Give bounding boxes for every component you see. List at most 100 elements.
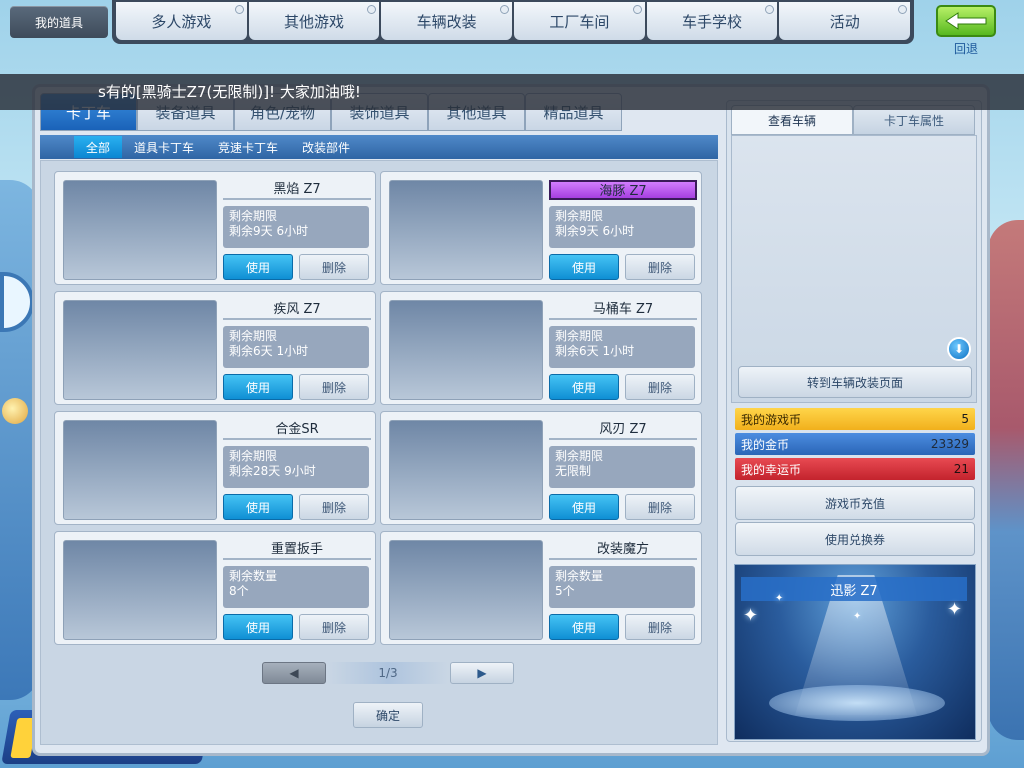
gold-coin-label: 我的金币 xyxy=(741,437,790,452)
broadcast-banner: s有的[黑骑士Z7(无限制)]! 大家加油哦! xyxy=(0,74,1024,110)
item-thumbnail[interactable] xyxy=(389,420,543,520)
item-thumbnail[interactable] xyxy=(389,180,543,280)
corner-rivet-icon xyxy=(367,5,377,14)
delete-button[interactable]: 删除 xyxy=(299,374,369,400)
nav-item-factory[interactable]: 工厂车间 xyxy=(514,2,645,40)
delete-button[interactable]: 删除 xyxy=(625,614,695,640)
subtab-all[interactable]: 全部 xyxy=(74,136,123,158)
confirm-button[interactable]: 确定 xyxy=(353,702,423,728)
gold-coin-row: 我的金币 23329 xyxy=(735,433,975,455)
showcase-stage xyxy=(769,685,945,721)
item-card: 合金SR 剩余期限 剩余28天 9小时 使用 删除 xyxy=(54,411,376,525)
item-thumbnail[interactable] xyxy=(389,540,543,640)
item-name: 重置扳手 xyxy=(223,540,371,560)
item-info-label: 剩余期限 xyxy=(229,329,278,343)
nav-item-other-games[interactable]: 其他游戏 xyxy=(248,2,380,40)
arrow-left-icon xyxy=(945,12,987,30)
delete-button[interactable]: 删除 xyxy=(625,254,695,280)
prev-page-button[interactable]: ◀ xyxy=(262,662,326,684)
sparkle-icon: ✦ xyxy=(743,605,759,626)
download-icon[interactable]: ⬇ xyxy=(947,337,971,361)
item-card: 黑焰 Z7 剩余期限 剩余9天 6小时 使用 删除 xyxy=(54,171,376,285)
game-coin-value: 5 xyxy=(961,412,969,426)
item-name: 改装魔方 xyxy=(549,540,697,560)
vehicle-showcase: 迅影 Z7 ✦ ✦ ✦ ✦ xyxy=(734,564,976,740)
item-info: 剩余数量 5个 xyxy=(549,566,695,608)
top-nav: 多人游戏 其他游戏 车辆改装 工厂车间 车手学校 活动 xyxy=(112,0,914,44)
item-card: 改装魔方 剩余数量 5个 使用 删除 xyxy=(380,531,702,645)
lucky-coin-label: 我的幸运币 xyxy=(741,462,802,477)
triangle-right-icon: ▶ xyxy=(477,666,487,680)
sparkle-icon: ✦ xyxy=(853,611,862,622)
use-button[interactable]: 使用 xyxy=(223,614,293,640)
lucky-coin-value: 21 xyxy=(953,462,969,476)
corner-rivet-icon xyxy=(500,5,510,14)
nav-item-events[interactable]: 活动 xyxy=(779,2,911,40)
item-name: 合金SR xyxy=(223,420,371,440)
sparkle-icon: ✦ xyxy=(947,599,963,620)
item-info: 剩余期限 剩余6天 1小时 xyxy=(549,326,695,368)
item-thumbnail[interactable] xyxy=(63,180,217,280)
next-page-button[interactable]: ▶ xyxy=(450,662,514,684)
corner-rivet-icon xyxy=(632,5,642,14)
delete-button[interactable]: 删除 xyxy=(625,374,695,400)
use-voucher-button[interactable]: 使用兑换券 xyxy=(735,522,975,556)
item-name: 黑焰 Z7 xyxy=(223,180,371,200)
item-name: 疾风 Z7 xyxy=(223,300,371,320)
use-button[interactable]: 使用 xyxy=(223,494,293,520)
item-thumbnail[interactable] xyxy=(63,540,217,640)
lucky-coin-row: 我的幸运币 21 xyxy=(735,458,975,480)
use-button[interactable]: 使用 xyxy=(223,254,293,280)
goto-mod-page-button[interactable]: 转到车辆改装页面 xyxy=(738,366,972,398)
delete-button[interactable]: 删除 xyxy=(299,614,369,640)
item-thumbnail[interactable] xyxy=(63,300,217,400)
use-button[interactable]: 使用 xyxy=(549,614,619,640)
nav-item-driving-school[interactable]: 车手学校 xyxy=(646,2,778,40)
item-info-value: 剩余6天 1小时 xyxy=(229,344,309,358)
item-card: 海豚 Z7 剩余期限 剩余9天 6小时 使用 删除 xyxy=(380,171,702,285)
nav-label: 其他游戏 xyxy=(284,12,345,31)
subtab-mod-parts[interactable]: 改装部件 xyxy=(290,136,362,158)
gold-coin-value: 23329 xyxy=(930,437,969,451)
recharge-button[interactable]: 游戏币充值 xyxy=(735,486,975,520)
corner-rivet-icon xyxy=(234,5,244,14)
sub-tabs: 全部 道具卡丁车 竞速卡丁车 改装部件 xyxy=(40,135,718,159)
sparkle-icon: ✦ xyxy=(775,593,784,604)
item-info: 剩余期限 无限制 xyxy=(549,446,695,488)
corner-rivet-icon xyxy=(765,5,775,14)
item-info: 剩余期限 剩余6天 1小时 xyxy=(223,326,369,368)
vehicle-preview[interactable] xyxy=(731,135,977,403)
item-card: 风刃 Z7 剩余期限 无限制 使用 删除 xyxy=(380,411,702,525)
item-thumbnail[interactable] xyxy=(389,300,543,400)
nav-item-multiplayer[interactable]: 多人游戏 xyxy=(116,2,247,40)
item-info-label: 剩余数量 xyxy=(229,569,278,583)
item-card: 马桶车 Z7 剩余期限 剩余6天 1小时 使用 删除 xyxy=(380,291,702,405)
nav-label: 多人游戏 xyxy=(151,12,212,31)
my-items-tab[interactable]: 我的道具 xyxy=(10,6,108,38)
nav-item-vehicle-mod[interactable]: 车辆改装 xyxy=(381,2,513,40)
item-info-label: 剩余期限 xyxy=(555,209,604,223)
use-button[interactable]: 使用 xyxy=(223,374,293,400)
subtab-racing-karts[interactable]: 竞速卡丁车 xyxy=(206,136,290,158)
item-info: 剩余期限 剩余28天 9小时 xyxy=(223,446,369,488)
item-name: 风刃 Z7 xyxy=(549,420,697,440)
item-name: 马桶车 Z7 xyxy=(549,300,697,320)
item-info-value: 5个 xyxy=(555,584,575,598)
delete-button[interactable]: 删除 xyxy=(625,494,695,520)
subtab-item-karts[interactable]: 道具卡丁车 xyxy=(122,136,206,158)
page-indicator: 1/3 xyxy=(328,662,448,684)
back-button[interactable] xyxy=(936,5,996,37)
item-info: 剩余期限 剩余9天 6小时 xyxy=(223,206,369,248)
use-button[interactable]: 使用 xyxy=(549,494,619,520)
item-info-label: 剩余期限 xyxy=(229,209,278,223)
item-thumbnail[interactable] xyxy=(63,420,217,520)
game-coin-label: 我的游戏币 xyxy=(741,412,802,427)
item-info-value: 剩余9天 6小时 xyxy=(555,224,635,238)
use-button[interactable]: 使用 xyxy=(549,254,619,280)
item-info-label: 剩余期限 xyxy=(555,329,604,343)
delete-button[interactable]: 删除 xyxy=(299,494,369,520)
delete-button[interactable]: 删除 xyxy=(299,254,369,280)
item-name: 海豚 Z7 xyxy=(549,180,697,200)
corner-rivet-icon xyxy=(898,5,908,14)
use-button[interactable]: 使用 xyxy=(549,374,619,400)
